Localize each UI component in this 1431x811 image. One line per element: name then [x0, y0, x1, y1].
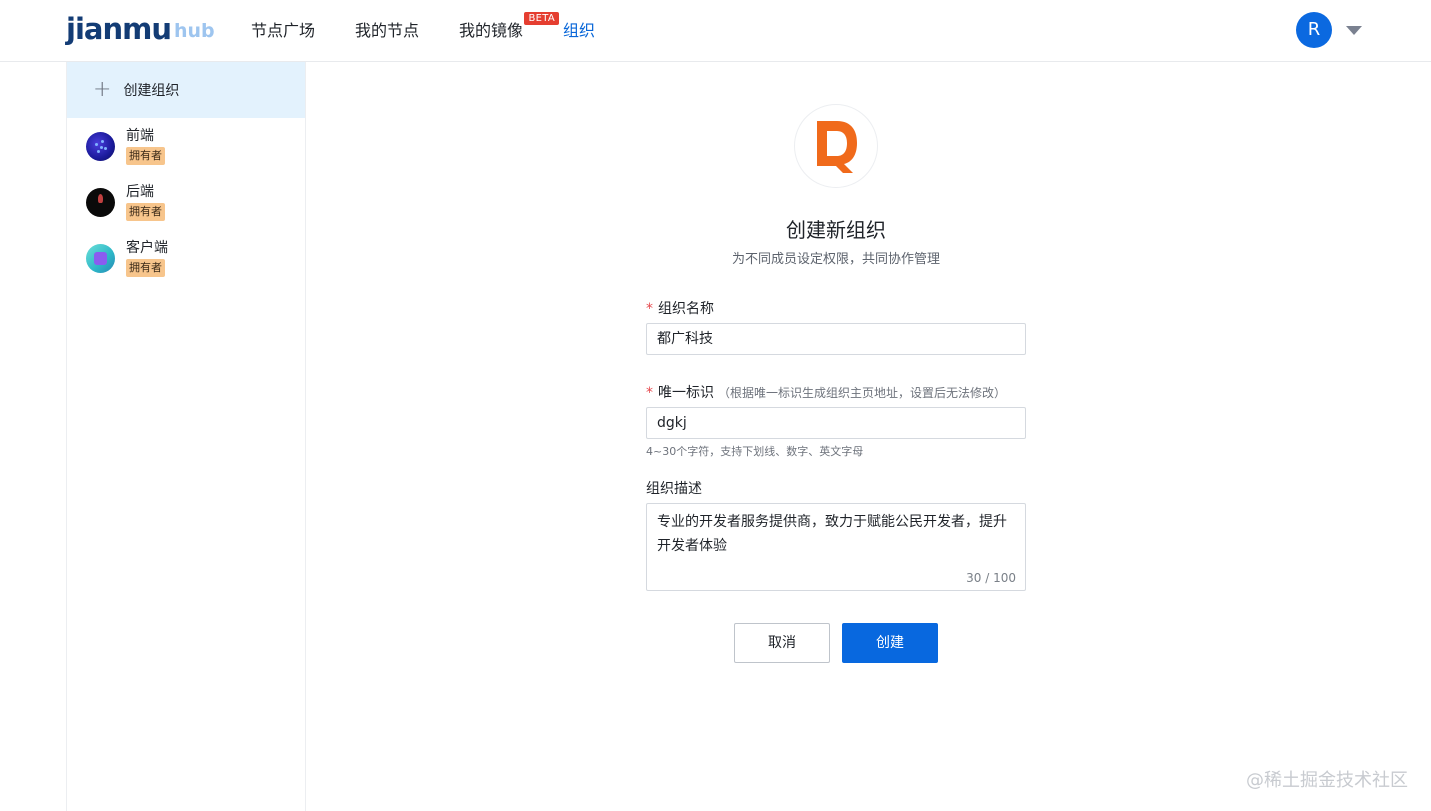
- org-item-client[interactable]: 客户端 拥有者: [67, 230, 305, 286]
- watermark: @稀土掘金技术社区: [1246, 770, 1408, 791]
- user-avatar[interactable]: R: [1296, 12, 1332, 48]
- org-avatar-client: [86, 243, 115, 273]
- role-badge: 拥有者: [126, 203, 165, 221]
- org-name: 客户端: [126, 240, 168, 256]
- top-header: jianmu hub 节点广场 我的节点 我的镜像 BETA 组织 R: [0, 0, 1431, 62]
- create-org-panel: 创建新组织 为不同成员设定权限，共同协作管理 * 组织名称 都广科技 * 唯一标识 （…: [306, 62, 1431, 811]
- org-id-label: * 唯一标识 （根据唯一标识生成组织主页地址，设置后无法修改）: [646, 382, 1006, 402]
- nav-node-plaza[interactable]: 节点广场: [251, 0, 315, 62]
- role-badge: 拥有者: [126, 259, 165, 277]
- nav-my-images[interactable]: 我的镜像 BETA: [459, 0, 560, 62]
- char-counter: 30 / 100: [966, 571, 1016, 585]
- nav-organization[interactable]: 组织: [563, 0, 595, 62]
- org-avatar-backend: [86, 187, 115, 217]
- org-name-input[interactable]: 都广科技: [646, 323, 1026, 355]
- org-name-label-text: 组织名称: [658, 301, 714, 317]
- beta-badge: BETA: [524, 12, 560, 25]
- org-id-input[interactable]: dgkj: [646, 407, 1026, 439]
- cancel-button[interactable]: 取消: [734, 623, 830, 663]
- logo-main-text: jianmu: [66, 12, 172, 46]
- chevron-down-icon[interactable]: [1346, 26, 1362, 35]
- nav-my-nodes[interactable]: 我的节点: [355, 0, 419, 62]
- org-id-hint: （根据唯一标识生成组织主页地址，设置后无法修改）: [718, 386, 1007, 400]
- create-org-button[interactable]: + 创建组织: [67, 62, 305, 118]
- create-button[interactable]: 创建: [842, 623, 938, 663]
- required-mark: *: [646, 301, 653, 317]
- page-title: 创建新组织: [786, 218, 886, 242]
- required-mark: *: [646, 385, 653, 401]
- page-subtitle: 为不同成员设定权限，共同协作管理: [731, 252, 940, 267]
- org-logo-upload[interactable]: [794, 104, 878, 188]
- org-id-label-text: 唯一标识: [658, 385, 714, 401]
- main-nav: 节点广场 我的节点 我的镜像 BETA 组织: [251, 0, 635, 62]
- org-desc-value: 专业的开发者服务提供商，致力于赋能公民开发者，提升开发者体验: [657, 514, 1007, 554]
- org-item-frontend[interactable]: 前端 拥有者: [67, 118, 305, 174]
- org-desc-label: 组织描述: [646, 481, 702, 497]
- org-name-label: * 组织名称: [646, 298, 714, 318]
- brand-logo-icon: [817, 121, 857, 173]
- org-id-helper: 4~30个字符，支持下划线、数字、英文字母: [646, 445, 864, 458]
- create-org-label: 创建组织: [123, 83, 180, 99]
- plus-icon: +: [93, 77, 112, 102]
- logo-sub-text: hub: [173, 20, 215, 42]
- org-name: 后端: [126, 184, 154, 200]
- org-item-backend[interactable]: 后端 拥有者: [67, 174, 305, 230]
- org-sidebar: + 创建组织 前端 拥有者 后端 拥有者 客户端 拥有者: [66, 62, 306, 811]
- org-avatar-frontend: [86, 131, 115, 161]
- org-name: 前端: [126, 128, 154, 144]
- role-badge: 拥有者: [126, 147, 165, 165]
- org-desc-textarea[interactable]: 专业的开发者服务提供商，致力于赋能公民开发者，提升开发者体验 30 / 100: [646, 503, 1026, 591]
- nav-my-images-label: 我的镜像: [459, 21, 524, 40]
- jianmu-hub-logo[interactable]: jianmu hub: [66, 10, 215, 44]
